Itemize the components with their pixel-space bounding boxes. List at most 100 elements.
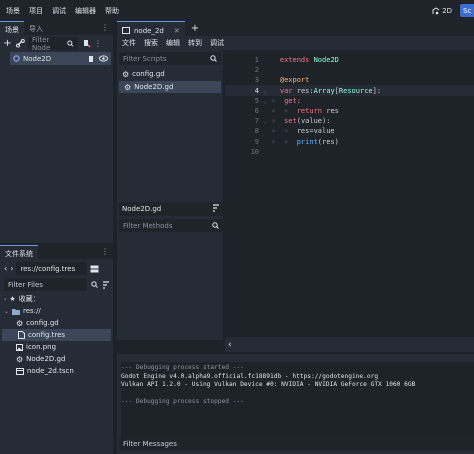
script-list-item-selected[interactable]: ⚙ Node2D.gd: [119, 81, 221, 93]
script-icon[interactable]: [88, 55, 95, 63]
file-name: config.gd: [26, 319, 59, 327]
script-name: config.gd: [132, 70, 165, 78]
line-number-gutter: 1 2 3 4 5 6 7 8 9 10: [225, 55, 263, 157]
tab-import[interactable]: 导入: [24, 21, 48, 35]
menu-debug[interactable]: 调试: [52, 6, 66, 16]
split-mode-icon[interactable]: [90, 265, 99, 273]
file-item[interactable]: ⚙ Node2D.gd: [0, 353, 113, 365]
menu-scene[interactable]: 场景: [6, 6, 20, 16]
visibility-eye-icon[interactable]: [99, 55, 108, 62]
file-item-selected[interactable]: config.tres: [2, 329, 111, 341]
scene-options-icon[interactable]: ⋮: [94, 39, 102, 48]
output-line: --- Debugging process stopped ---: [121, 398, 244, 405]
current-script-name: Node2D.gd: [122, 205, 162, 213]
scene-dock: + Filter Node ⋮ Node2D: [0, 35, 113, 243]
file-tree: › ★ 收藏： ⌄ res:// ⚙ config.gd config.tres…: [0, 293, 113, 377]
editor-status-bar: ‹: [225, 338, 474, 352]
dock-menu-icon[interactable]: ⋮: [101, 23, 109, 32]
search-icon: [210, 55, 217, 62]
close-tab-icon[interactable]: ✕: [174, 27, 180, 35]
nav-forward-icon[interactable]: ›: [10, 264, 13, 273]
view-2d-label: 2D: [442, 6, 452, 15]
path-field[interactable]: res://config.tres: [16, 262, 88, 275]
favorites-item[interactable]: › ★ 收藏：: [0, 293, 113, 305]
search-icon: [212, 222, 219, 229]
editor-menu: 文件 搜索 编辑 转到 调试: [117, 36, 474, 50]
scripts-panel: Filter Scripts ⚙ config.gd ⚙ Node2D.gd N…: [117, 50, 223, 340]
scene-file-icon: [16, 367, 24, 375]
filter-messages-input[interactable]: Filter Messages: [119, 437, 474, 451]
res-root-item[interactable]: ⌄ res://: [0, 305, 113, 317]
filter-methods-input[interactable]: Filter Methods: [119, 219, 223, 232]
nav-back-icon[interactable]: ‹: [4, 264, 7, 273]
output-line: --- Debugging process started ---: [121, 364, 244, 371]
view-script-button[interactable]: Sc: [460, 4, 474, 17]
editor-tabbar: node_2d ✕ +: [117, 21, 474, 36]
link-icon[interactable]: [15, 39, 25, 48]
add-tab-icon[interactable]: +: [191, 23, 199, 34]
script-attach-icon[interactable]: [81, 39, 91, 48]
scene-dock-tabbar: 场景 导入 ⋮: [0, 21, 113, 35]
tab-node-2d-label: node_2d: [134, 26, 164, 35]
filesystem-dock: ‹ › res://config.tres Filter Files › ★ 收…: [0, 259, 113, 454]
resource-file-icon: [18, 331, 25, 339]
filter-scripts-placeholder: Filter Scripts: [123, 54, 167, 63]
output-line: Godot Engine v4.0.alpha9.official.fc1889…: [121, 372, 379, 380]
filesystem-dock-tabbar: 文件系统 ⋮: [0, 245, 113, 259]
menu-project[interactable]: 项目: [29, 6, 43, 16]
menu-editor[interactable]: 编辑器: [75, 6, 96, 16]
line-number: 6: [254, 106, 259, 115]
filter-scripts-input[interactable]: Filter Scripts: [119, 52, 221, 65]
scene-tab-icon: [122, 27, 130, 34]
node2d-icon: [13, 55, 20, 62]
editor-menu-debug[interactable]: 调试: [210, 38, 224, 48]
menu-help[interactable]: 帮助: [105, 6, 119, 16]
file-name: config.tres: [28, 331, 66, 339]
code-line-6: » » return res: [263, 106, 339, 115]
sort-methods-icon[interactable]: [212, 204, 220, 214]
sort-icon[interactable]: [102, 280, 110, 289]
line-number: 8: [254, 127, 259, 136]
tab-node-2d[interactable]: node_2d ✕: [117, 21, 185, 36]
line-number: 5: [254, 96, 259, 105]
file-name: node_2d.tscn: [27, 367, 74, 375]
code-line-1: extends Node2D: [279, 56, 339, 64]
output-log[interactable]: --- Debugging process started --- Godot …: [121, 362, 474, 438]
editor-menu-file[interactable]: 文件: [122, 38, 136, 48]
editor-menu-edit[interactable]: 编辑: [166, 38, 180, 48]
fs-dock-menu-icon[interactable]: ⋮: [101, 247, 109, 256]
editor-menu-goto[interactable]: 转到: [188, 38, 202, 48]
gear-icon: ⚙: [16, 318, 24, 328]
editor-menu-search[interactable]: 搜索: [144, 38, 158, 48]
node-name: Node2D: [23, 54, 52, 63]
file-item[interactable]: icon.png: [0, 341, 113, 353]
output-panel: --- Debugging process started --- Godot …: [117, 354, 474, 454]
expand-arrow-icon[interactable]: ⌄: [4, 308, 9, 315]
add-node-icon[interactable]: +: [3, 38, 12, 49]
code-area[interactable]: extends Node2D @export ⌄ var res:Array[R…: [263, 55, 381, 157]
search-icon: [91, 281, 98, 288]
tab-scene[interactable]: 场景: [0, 21, 24, 35]
line-number: 4: [254, 86, 259, 95]
line-number: 3: [254, 76, 259, 85]
tree-item-node2d[interactable]: Node2D: [10, 52, 111, 65]
script-list-item[interactable]: ⚙ config.gd: [117, 68, 223, 80]
filter-files-input[interactable]: Filter Files: [4, 278, 88, 291]
file-item[interactable]: ⚙ config.gd: [0, 317, 113, 329]
line-number: 1: [254, 56, 259, 64]
gear-icon: ⚙: [122, 69, 130, 79]
filter-node-input[interactable]: Filter Node: [28, 36, 78, 52]
view-2d-button[interactable]: 2D: [432, 7, 452, 15]
search-icon: [67, 40, 74, 47]
res-root-label: res://: [23, 307, 41, 315]
file-item[interactable]: node_2d.tscn: [0, 365, 113, 377]
file-name: Node2D.gd: [26, 355, 66, 363]
collapse-arrow-icon[interactable]: ›: [4, 296, 6, 303]
toggle-scripts-panel-icon[interactable]: ‹: [228, 340, 232, 350]
code-line-8: » » res=value: [263, 127, 335, 136]
code-line-3: @export: [279, 76, 310, 85]
tab-filesystem[interactable]: 文件系统: [0, 245, 38, 259]
code-editor[interactable]: 1 2 3 4 5 6 7 8 9 10 extends Node2D @exp…: [225, 50, 474, 340]
line-number: 2: [254, 66, 259, 75]
